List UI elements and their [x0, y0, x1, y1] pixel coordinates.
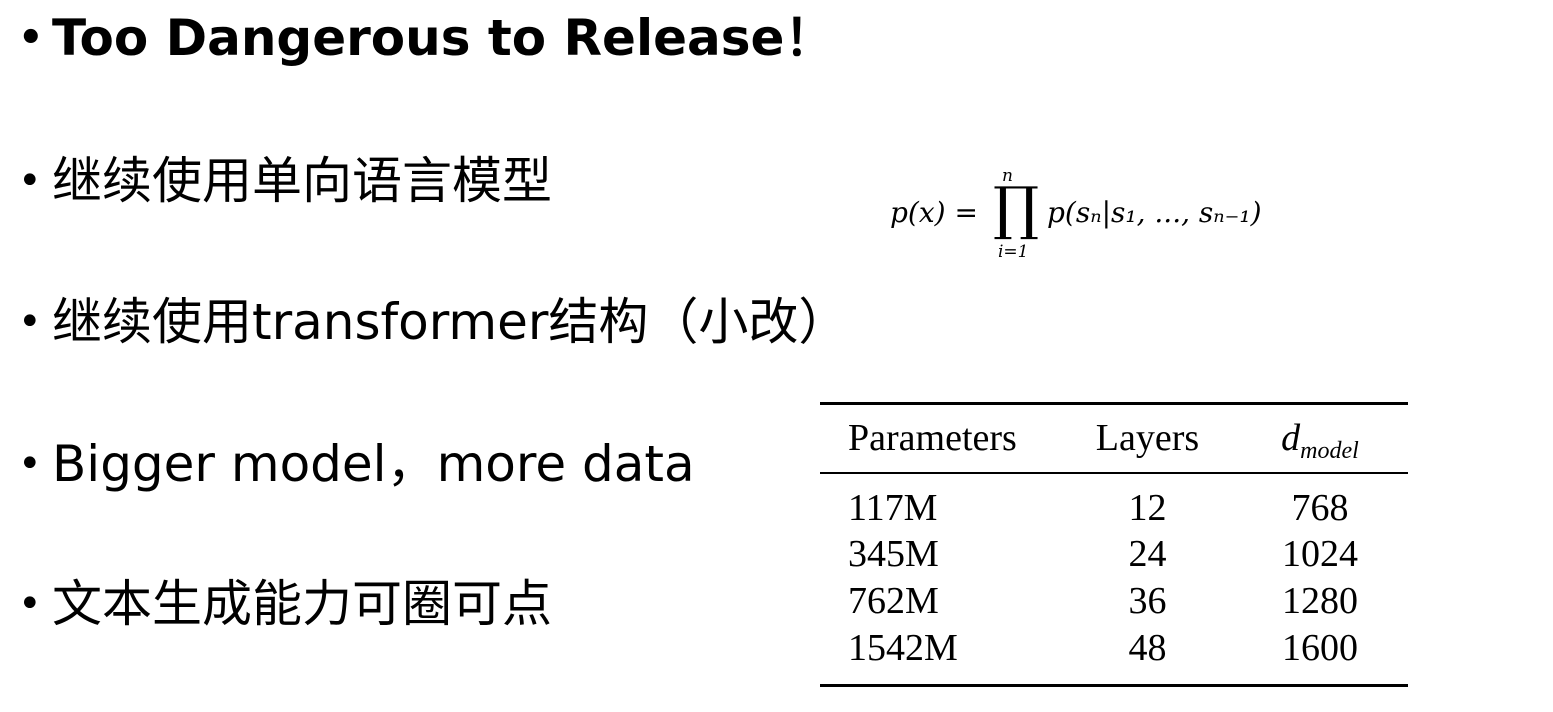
table-cell: 1024: [1282, 533, 1358, 575]
table-cell: 768: [1291, 487, 1349, 529]
table-cell: 36: [1128, 580, 1167, 622]
table-header-parameters: Parameters: [848, 417, 1017, 459]
dmodel-subscript: model: [1300, 438, 1359, 464]
table-header-dmodel: dmodel: [1260, 416, 1380, 473]
table-cell: 1600: [1282, 627, 1358, 669]
formula-rhs: p(sₙ|s₁, ..., sₙ₋₁): [1047, 196, 1262, 229]
bullet-dot: •: [18, 158, 42, 204]
bullet-text: 继续使用单向语言模型: [52, 152, 552, 210]
bullet-dot: •: [18, 299, 42, 345]
bullet-text: Too Dangerous to Release！: [52, 9, 835, 67]
bullet-item-5: • 文本生成能力可圈可点: [18, 574, 552, 634]
table-cell: 1542M: [848, 627, 958, 669]
table-cell: 48: [1128, 627, 1167, 669]
bullet-dot: •: [18, 581, 42, 627]
formula-lower-limit: i=1: [998, 242, 1029, 262]
table-cell: 117M: [848, 487, 938, 529]
product-symbol: ∏: [993, 174, 1040, 242]
table-cell: 762M: [848, 580, 939, 622]
table-bottom-rule: [820, 684, 1408, 687]
table-cell: 12: [1128, 487, 1167, 529]
bullet-text: 文本生成能力可圈可点: [52, 575, 552, 633]
bullet-text: 继续使用transformer结构（小改）: [52, 293, 849, 351]
bullet-item-2: • 继续使用单向语言模型: [18, 151, 552, 211]
table-header-rule: [820, 472, 1408, 474]
dmodel-symbol: d: [1281, 417, 1301, 459]
bullet-item-3: • 继续使用transformer结构（小改）: [18, 292, 848, 352]
formula-lhs: p(x) =: [890, 196, 978, 229]
bullet-dot: •: [18, 15, 44, 61]
bullet-dot: •: [18, 441, 42, 487]
table-cell: 1280: [1282, 580, 1358, 622]
bullet-item-4: • Bigger model，more data: [18, 434, 695, 494]
table-top-rule: [820, 402, 1408, 405]
bullet-text: Bigger model，more data: [52, 435, 695, 493]
table-header-layers: Layers: [1095, 417, 1200, 459]
table-cell: 345M: [848, 533, 939, 575]
probability-formula: p(x) = n ∏ i=1 p(sₙ|s₁, ..., sₙ₋₁): [890, 166, 1310, 266]
bullet-item-1: • Too Dangerous to Release！: [18, 8, 834, 68]
table-cell: 24: [1128, 533, 1167, 575]
